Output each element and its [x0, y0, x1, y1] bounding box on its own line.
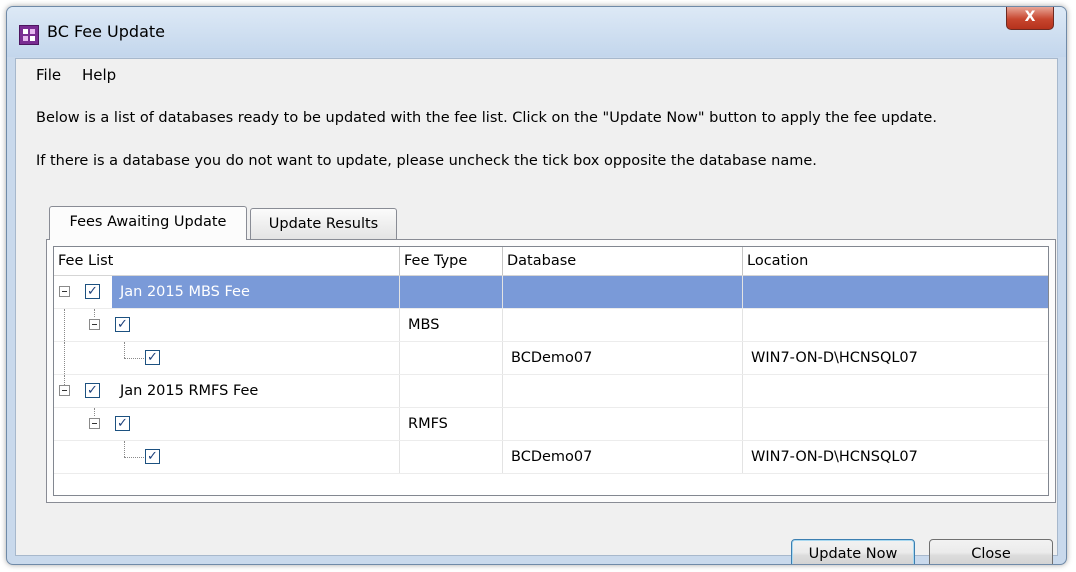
- collapse-icon[interactable]: [59, 286, 70, 297]
- fee-list-cell: [172, 342, 400, 374]
- fee-list-cell: [172, 441, 400, 473]
- checkbox-icon[interactable]: ✓: [85, 383, 100, 398]
- location-cell: WIN7-ON-D\HCNSQL07: [751, 350, 918, 366]
- column-header-fee-list[interactable]: Fee List: [54, 247, 400, 275]
- checkbox-icon[interactable]: ✓: [85, 284, 100, 299]
- checkbox-icon[interactable]: ✓: [115, 317, 130, 332]
- table-row[interactable]: ✓ BCDemo07 WIN7-ON-D\HCNSQL07: [54, 441, 1048, 474]
- database-cell: [503, 276, 743, 308]
- table-row[interactable]: ✓ BCDemo07 WIN7-ON-D\HCNSQL07: [54, 342, 1048, 375]
- tab-panel: Fee List Fee Type Database Location ✓ Ja…: [46, 239, 1056, 503]
- location-cell: [743, 375, 1048, 407]
- fee-type-cell: [400, 441, 503, 473]
- fee-tree-grid[interactable]: Fee List Fee Type Database Location ✓ Ja…: [53, 246, 1049, 496]
- fee-type-cell: RMFS: [400, 408, 503, 440]
- column-header-database[interactable]: Database: [503, 247, 743, 275]
- menu-bar: File Help: [16, 59, 1057, 93]
- fee-list-cell: [142, 309, 400, 341]
- collapse-icon[interactable]: [89, 319, 100, 330]
- fee-type-cell: [400, 375, 503, 407]
- app-window: BC Fee Update X File Help Below is a lis…: [6, 6, 1067, 565]
- database-cell: BCDemo07: [503, 342, 743, 374]
- table-row[interactable]: ✓ Jan 2015 MBS Fee: [54, 276, 1048, 309]
- fee-type-cell: MBS: [400, 309, 503, 341]
- fee-type-cell: [400, 276, 503, 308]
- database-cell: [503, 408, 743, 440]
- app-icon: [19, 25, 39, 45]
- fee-list-cell: Jan 2015 RMFS Fee: [112, 375, 400, 407]
- checkbox-icon[interactable]: ✓: [145, 449, 160, 464]
- instruction-text-2: If there is a database you do not want t…: [36, 153, 817, 169]
- menu-file[interactable]: File: [36, 66, 61, 84]
- tab-fees-awaiting-update[interactable]: Fees Awaiting Update: [49, 206, 247, 240]
- close-button[interactable]: Close: [929, 539, 1053, 564]
- tab-update-results[interactable]: Update Results: [250, 208, 397, 240]
- table-row[interactable]: ✓ MBS: [54, 309, 1048, 342]
- window-title: BC Fee Update: [47, 22, 165, 41]
- client-area: File Help Below is a list of databases r…: [15, 58, 1058, 564]
- database-cell: BCDemo07: [503, 441, 743, 473]
- database-cell: [503, 375, 743, 407]
- checkbox-icon[interactable]: ✓: [115, 416, 130, 431]
- instruction-text-1: Below is a list of databases ready to be…: [36, 110, 937, 126]
- collapse-icon[interactable]: [59, 385, 70, 396]
- location-cell: [743, 309, 1048, 341]
- fee-type-cell: [400, 342, 503, 374]
- checkbox-icon[interactable]: ✓: [145, 350, 160, 365]
- fee-list-cell: Jan 2015 MBS Fee: [112, 276, 400, 308]
- title-bar[interactable]: BC Fee Update X: [7, 7, 1066, 57]
- table-row[interactable]: ✓ Jan 2015 RMFS Fee: [54, 375, 1048, 408]
- location-cell: [743, 276, 1048, 308]
- database-cell: [503, 309, 743, 341]
- close-window-button[interactable]: X: [1006, 7, 1054, 30]
- update-now-button[interactable]: Update Now: [791, 539, 915, 564]
- fee-list-cell: [142, 408, 400, 440]
- collapse-icon[interactable]: [89, 418, 100, 429]
- location-cell: [743, 408, 1048, 440]
- column-header-location[interactable]: Location: [743, 247, 1048, 275]
- menu-help[interactable]: Help: [82, 66, 116, 84]
- column-header-fee-type[interactable]: Fee Type: [400, 247, 503, 275]
- location-cell: WIN7-ON-D\HCNSQL07: [751, 449, 918, 465]
- table-row[interactable]: ✓ RMFS: [54, 408, 1048, 441]
- grid-header: Fee List Fee Type Database Location: [54, 247, 1048, 276]
